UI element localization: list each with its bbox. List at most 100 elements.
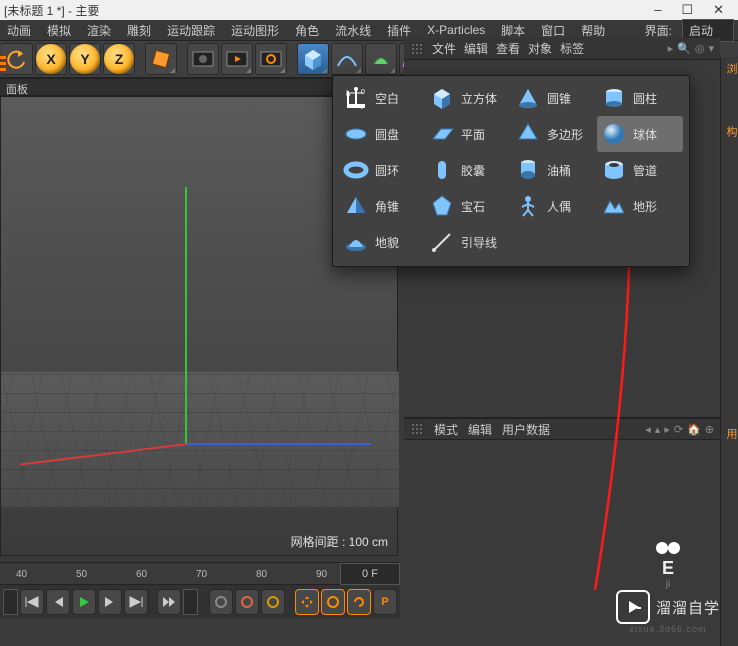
attr-menu-mode[interactable]: 模式 (434, 421, 458, 438)
primitive-polygon[interactable]: 多边形 (511, 116, 597, 152)
primitive-cube-button[interactable] (297, 43, 329, 75)
primitive-capsule[interactable]: 胶囊 (425, 152, 511, 188)
timeline-ruler[interactable]: 40 50 60 70 80 90 0 F (0, 563, 400, 585)
primitive-cylinder[interactable]: 圆柱 (597, 80, 683, 116)
primitive-label: 地貌 (375, 234, 399, 251)
menu-track[interactable]: 运动跟踪 (164, 20, 218, 41)
menu-sculpt[interactable]: 雕刻 (124, 20, 154, 41)
eye-icon[interactable]: ◎ (695, 42, 705, 55)
menu-render[interactable]: 渲染 (84, 20, 114, 41)
tick: 80 (256, 569, 267, 580)
start-field[interactable] (3, 589, 18, 615)
rightbar-tab-3[interactable]: 层用 (721, 422, 738, 445)
prev-key-button[interactable] (46, 589, 70, 615)
next-key-button[interactable] (98, 589, 122, 615)
tick: 50 (76, 569, 87, 580)
key-scale-button[interactable] (321, 589, 345, 615)
spline-button[interactable] (331, 43, 363, 75)
key-move-button[interactable] (295, 589, 319, 615)
nav-next-icon[interactable]: ▸ (664, 423, 670, 436)
primitive-disc[interactable]: 圆盘 (339, 116, 425, 152)
record-button[interactable] (209, 589, 233, 615)
primitive-label: 圆柱 (633, 90, 657, 107)
primitive-label: 多边形 (547, 126, 583, 143)
menu-mograph[interactable]: 运动图形 (228, 20, 282, 41)
timeline-frame-field[interactable]: 0 F (340, 563, 400, 585)
primitive-label: 立方体 (461, 90, 497, 107)
guide-icon (429, 229, 455, 255)
axis-z-button[interactable]: Z (103, 43, 135, 75)
primitive-tube[interactable]: 管道 (597, 152, 683, 188)
primitive-label: 圆盘 (375, 126, 399, 143)
minimize-button[interactable]: – (654, 2, 661, 18)
tick: 70 (196, 569, 207, 580)
primitive-cube[interactable]: 立方体 (425, 80, 511, 116)
primitive-label: 球体 (633, 126, 657, 143)
end-field[interactable] (183, 589, 198, 615)
obj-menu-tags[interactable]: 标签 (560, 40, 584, 57)
nav-prev-icon[interactable]: ◂ (645, 423, 651, 436)
coord-button[interactable] (145, 43, 177, 75)
menu-pipeline[interactable]: 流水线 (332, 20, 374, 41)
axis-y-line (185, 187, 187, 445)
menu-xparticles[interactable]: X-Particles (424, 21, 488, 39)
rightbar-tab-1[interactable]: 浏 (721, 57, 738, 80)
generator-button[interactable] (365, 43, 397, 75)
key-rot-button[interactable] (347, 589, 371, 615)
grip-icon (410, 422, 424, 436)
attr-menu-edit[interactable]: 编辑 (468, 421, 492, 438)
axis-x-line (185, 443, 371, 445)
primitive-guide[interactable]: 引导线 (425, 224, 511, 260)
play-button[interactable] (72, 589, 96, 615)
axis-y-button[interactable]: Y (69, 43, 101, 75)
primitive-platonic[interactable]: 宝石 (425, 188, 511, 224)
main-menubar: 动画 模拟 渲染 雕刻 运动跟踪 运动图形 角色 流水线 插件 X-Partic… (0, 20, 738, 40)
primitive-sphere[interactable]: 球体 (597, 116, 683, 152)
render-settings-button[interactable] (255, 43, 287, 75)
autokey-button[interactable] (235, 589, 259, 615)
maximize-button[interactable]: ☐ (681, 2, 693, 18)
render-view-button[interactable] (187, 43, 219, 75)
primitive-relief[interactable]: 地貌 (339, 224, 425, 260)
search-icon[interactable]: 🔍 (677, 42, 691, 55)
primitive-null[interactable]: L0空白 (339, 80, 425, 116)
window-title: [未标题 1 *] - 主要 (4, 2, 654, 19)
home-icon[interactable]: 🏠 (687, 423, 701, 436)
relief-icon (343, 229, 369, 255)
obj-menu-object[interactable]: 对象 (528, 40, 552, 57)
disc-icon (343, 121, 369, 147)
new-icon[interactable]: ⊕ (705, 423, 714, 436)
obj-menu-file[interactable]: 文件 (432, 40, 456, 57)
key-param-button[interactable]: P (373, 589, 397, 615)
menu-sim[interactable]: 模拟 (44, 20, 74, 41)
oiltank-icon (515, 157, 541, 183)
polygon-icon (515, 121, 541, 147)
skip-end-button[interactable] (157, 589, 181, 615)
watermark: E ji 溜溜自学 zixue.3d66.com (616, 540, 720, 634)
nav-up-icon[interactable]: ▴ (655, 423, 661, 436)
render-pv-button[interactable] (221, 43, 253, 75)
goto-start-button[interactable] (20, 589, 44, 615)
primitive-pyramid[interactable]: 角锥 (339, 188, 425, 224)
primitive-label: 平面 (461, 126, 485, 143)
menu-character[interactable]: 角色 (292, 20, 322, 41)
primitive-torus[interactable]: 圆环 (339, 152, 425, 188)
keyopts-button[interactable] (261, 589, 285, 615)
primitive-landscape[interactable]: 地形 (597, 188, 683, 224)
menu-anim[interactable]: 动画 (4, 20, 34, 41)
filter-icon[interactable]: ▾ (708, 42, 714, 55)
rightbar-tab-2[interactable]: 构 (721, 120, 738, 143)
goto-end-button[interactable] (124, 589, 148, 615)
attr-menu-userdata[interactable]: 用户数据 (502, 421, 550, 438)
obj-menu-edit[interactable]: 编辑 (464, 40, 488, 57)
plane-icon (429, 121, 455, 147)
close-button[interactable]: ✕ (713, 2, 724, 18)
primitive-cone[interactable]: 圆锥 (511, 80, 597, 116)
arrow-right-icon[interactable]: ▸ (668, 42, 674, 55)
lock-icon[interactable]: ⟳ (674, 423, 683, 436)
primitive-oiltank[interactable]: 油桶 (511, 152, 597, 188)
axis-x-button[interactable]: X (35, 43, 67, 75)
primitive-figure[interactable]: 人偶 (511, 188, 597, 224)
obj-menu-view[interactable]: 查看 (496, 40, 520, 57)
primitive-plane[interactable]: 平面 (425, 116, 511, 152)
